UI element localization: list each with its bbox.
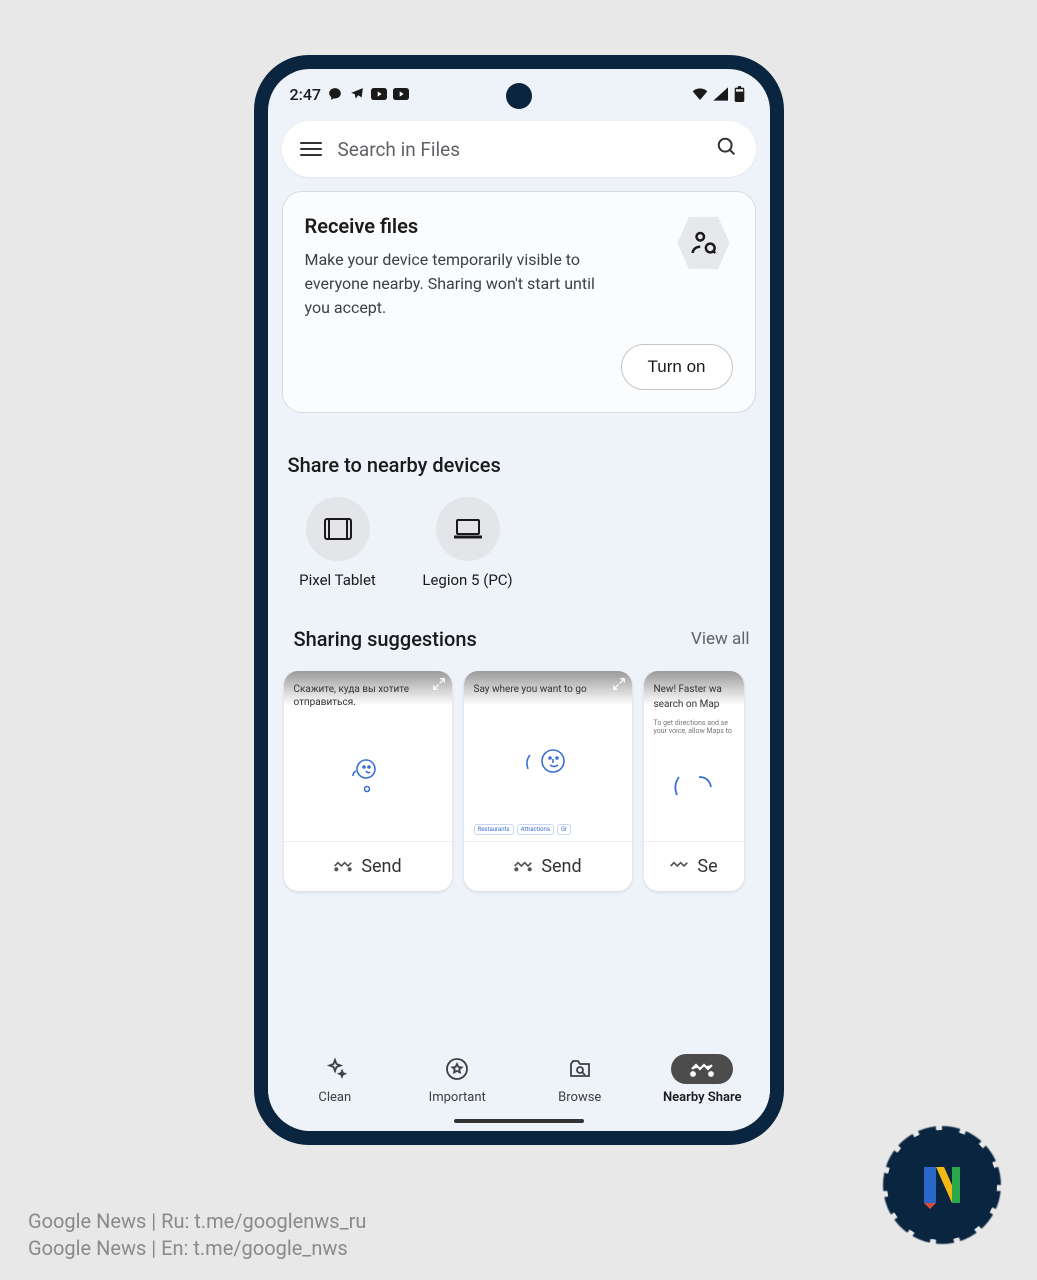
suggestion-preview: Say where you want to go Restaurants Att…: [464, 671, 632, 841]
face-doodle-icon: [294, 717, 442, 835]
suggestion-text: Скажите, куда вы хотите отправиться.: [294, 683, 442, 709]
folder-search-icon: [549, 1054, 611, 1084]
face-doodle-icon: [474, 704, 622, 824]
status-time: 2:47: [290, 85, 322, 104]
suggestion-subtext: search on Map: [654, 698, 734, 711]
nav-important[interactable]: Important: [396, 1054, 519, 1105]
receive-files-card: Receive files Make your device temporari…: [282, 191, 756, 413]
nav-nearby-share[interactable]: Nearby Share: [641, 1054, 764, 1105]
bottom-nav: Clean Important Browse Nearby Share: [268, 1040, 770, 1113]
status-left: 2:47: [290, 85, 410, 104]
camera-notch: [506, 83, 532, 109]
nearby-share-icon: [671, 1054, 733, 1084]
search-icon[interactable]: [716, 136, 738, 162]
send-button[interactable]: Send: [464, 841, 632, 891]
receive-description: Make your device temporarily visible to …: [305, 248, 605, 320]
sparkle-icon: [304, 1054, 366, 1084]
device-pixel-tablet[interactable]: Pixel Tablet: [288, 497, 388, 591]
suggestions-title: Sharing suggestions: [288, 627, 483, 651]
send-button[interactable]: Send: [284, 841, 452, 891]
content-area: Receive files Make your device temporari…: [268, 191, 770, 1040]
wifi-icon: [692, 86, 708, 102]
home-indicator[interactable]: [454, 1119, 584, 1123]
nav-label: Clean: [318, 1090, 351, 1105]
chat-icon: [327, 86, 343, 102]
device-legion-5[interactable]: Legion 5 (PC): [418, 497, 518, 591]
suggestion-preview: New! Faster wa search on Map To get dire…: [644, 671, 744, 841]
suggestion-card[interactable]: New! Faster wa search on Map To get dire…: [644, 671, 744, 891]
face-doodle-icon: [654, 735, 734, 834]
phone-frame: 2:47: [254, 55, 784, 1145]
battery-icon: [732, 86, 748, 102]
signal-icon: [712, 86, 728, 102]
suggestion-subtext2: To get directions and se your voice, all…: [654, 719, 734, 736]
expand-icon: [612, 677, 626, 694]
youtube-icon-2: [393, 86, 409, 102]
nav-clean[interactable]: Clean: [274, 1054, 397, 1105]
receive-title: Receive files: [305, 214, 605, 238]
device-label: Legion 5 (PC): [422, 571, 512, 591]
source-badge: [887, 1130, 997, 1240]
suggestion-card[interactable]: Скажите, куда вы хотите отправиться. Sen…: [284, 671, 452, 891]
tablet-icon: [306, 497, 370, 561]
devices-row: Pixel Tablet Legion 5 (PC): [282, 497, 756, 591]
suggestions-row[interactable]: Скажите, куда вы хотите отправиться. Sen…: [282, 671, 756, 901]
share-section-title: Share to nearby devices: [282, 453, 756, 477]
suggestion-chips: Restaurants Attractions Gr: [474, 824, 622, 835]
device-label: Pixel Tablet: [299, 571, 376, 591]
youtube-icon: [371, 86, 387, 102]
expand-icon: [432, 677, 446, 694]
search-bar[interactable]: Search in Files: [282, 121, 756, 177]
watermark-text: Google News | Ru: t.me/googlenws_ru Goog…: [28, 1208, 366, 1262]
nav-label: Browse: [558, 1090, 601, 1105]
nav-label: Important: [429, 1090, 486, 1105]
send-button[interactable]: Se: [644, 841, 744, 891]
suggestion-text: New! Faster wa: [654, 683, 734, 696]
telegram-icon: [349, 86, 365, 102]
nav-label: Nearby Share: [663, 1090, 742, 1105]
status-right: [692, 86, 748, 102]
phone-screen: 2:47: [268, 69, 770, 1131]
visibility-icon: [675, 214, 733, 272]
suggestion-preview: Скажите, куда вы хотите отправиться.: [284, 671, 452, 841]
search-placeholder: Search in Files: [338, 138, 716, 161]
view-all-link[interactable]: View all: [691, 629, 749, 649]
nav-browse[interactable]: Browse: [519, 1054, 642, 1105]
n-logo-icon: [912, 1155, 972, 1215]
turn-on-button[interactable]: Turn on: [621, 344, 733, 390]
suggestion-text: Say where you want to go: [474, 683, 622, 696]
laptop-icon: [436, 497, 500, 561]
star-circle-icon: [426, 1054, 488, 1084]
menu-icon[interactable]: [300, 142, 322, 156]
suggestion-card[interactable]: Say where you want to go Restaurants Att…: [464, 671, 632, 891]
